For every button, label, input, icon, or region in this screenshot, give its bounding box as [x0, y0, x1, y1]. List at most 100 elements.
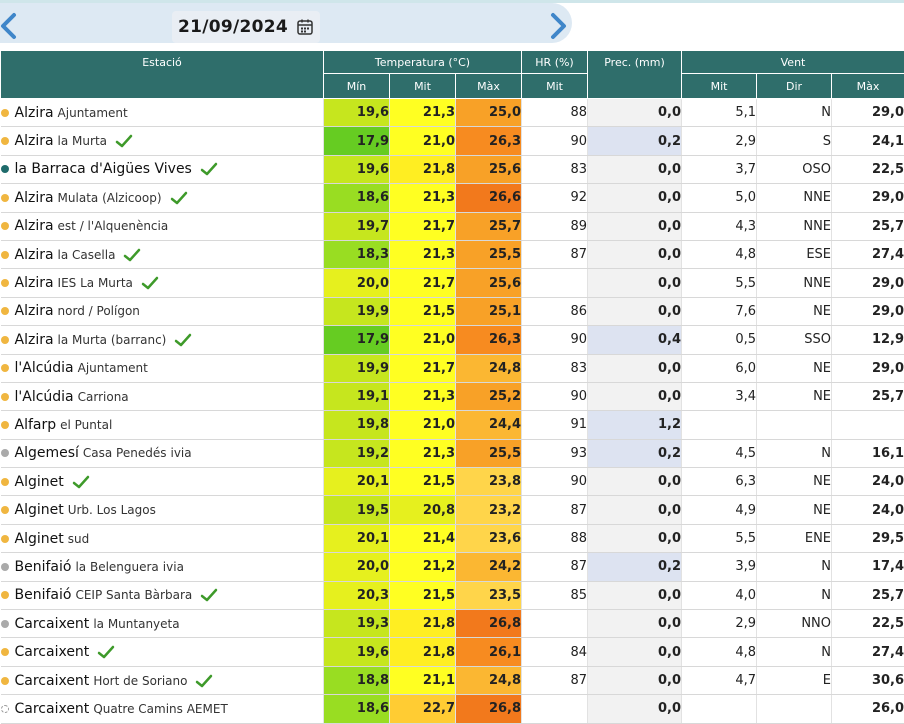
temp-min-cell: 19,6: [324, 638, 390, 666]
wind-max-cell: 24,0: [832, 496, 904, 524]
hr-mit-cell: 93: [522, 439, 588, 467]
header-temp-mit[interactable]: Mit: [390, 74, 456, 99]
station-cell[interactable]: Alziraest / l'Alquenència: [1, 212, 324, 240]
temp-mit-cell: 21,3: [390, 382, 456, 410]
station-cell[interactable]: Benifaióla Belengueraivia: [1, 553, 324, 581]
header-station[interactable]: Estació: [1, 51, 324, 99]
table-row[interactable]: Benifaióla Belengueraivia20,021,224,2870…: [1, 553, 904, 581]
header-wind-dir[interactable]: Dir: [757, 74, 832, 99]
temp-max-cell: 25,5: [456, 439, 522, 467]
station-cell[interactable]: Alzirala Murta (barranc): [1, 326, 324, 354]
header-hr-mit[interactable]: Mit: [522, 74, 588, 99]
temp-max-cell: 23,5: [456, 581, 522, 609]
station-cell[interactable]: l'AlcúdiaCarriona: [1, 382, 324, 410]
hr-mit-cell: 88: [522, 524, 588, 552]
station-name: Carcaixent: [15, 616, 90, 632]
temp-min-cell: 17,9: [324, 326, 390, 354]
station-cell[interactable]: AlginetUrb. Los Lagos: [1, 496, 324, 524]
station-name: l'Alcúdia: [15, 360, 74, 376]
station-cell[interactable]: Carcaixentla Muntanyeta: [1, 610, 324, 638]
table-row[interactable]: Alzirala Casella18,321,325,5870,04,8ESE2…: [1, 240, 904, 268]
table-row[interactable]: la Barraca d'Aigües Vives19,621,825,6830…: [1, 155, 904, 183]
chevron-left-icon[interactable]: [0, 11, 20, 41]
station-cell[interactable]: Alzirala Murta: [1, 127, 324, 155]
hr-mit-cell: 89: [522, 212, 588, 240]
table-row[interactable]: AlziraIES La Murta20,021,725,60,05,5NNE2…: [1, 269, 904, 297]
date-field[interactable]: 21/09/2024: [172, 11, 320, 43]
temp-max-cell: 26,3: [456, 326, 522, 354]
hr-mit-cell: 87: [522, 666, 588, 694]
verified-check-icon: [200, 588, 218, 602]
header-wind-mit[interactable]: Mit: [682, 74, 757, 99]
table-row[interactable]: Alginetsud20,121,423,6880,05,5ENE29,5: [1, 524, 904, 552]
table-row[interactable]: BenifaióCEIP Santa Bàrbara20,321,523,585…: [1, 581, 904, 609]
wind-dir-cell: N: [757, 99, 832, 127]
wind-max-cell: 17,4: [832, 553, 904, 581]
station-cell[interactable]: Carcaixent: [1, 638, 324, 666]
table-row[interactable]: Alginet20,121,523,8900,06,3NE24,0: [1, 468, 904, 496]
station-cell[interactable]: la Barraca d'Aigües Vives: [1, 155, 324, 183]
table-row[interactable]: AlziraAjuntament19,621,325,0880,05,1N29,…: [1, 99, 904, 127]
hr-mit-cell: 87: [522, 240, 588, 268]
header-hr: HR (%): [522, 51, 588, 74]
station-cell[interactable]: Alziranord / Polígon: [1, 297, 324, 325]
table-row[interactable]: Alfarpel Puntal19,821,024,4911,2: [1, 411, 904, 439]
temp-min-cell: 20,0: [324, 269, 390, 297]
table-row[interactable]: AlziraMulata (Alzicoop)18,621,326,6920,0…: [1, 184, 904, 212]
station-cell[interactable]: AlziraIES La Murta: [1, 269, 324, 297]
header-wind-max[interactable]: Màx: [832, 74, 904, 99]
station-cell[interactable]: Alginetsud: [1, 524, 324, 552]
header-temp-max[interactable]: Màx: [456, 74, 522, 99]
prec-cell: 0,0: [588, 695, 682, 723]
table-row[interactable]: CarcaixentQuatre Camins AEMET18,622,726,…: [1, 695, 904, 723]
calendar-icon[interactable]: [296, 18, 314, 36]
table-row[interactable]: AlginetUrb. Los Lagos19,520,823,2870,04,…: [1, 496, 904, 524]
temp-min-cell: 18,3: [324, 240, 390, 268]
station-cell[interactable]: AlgemesíCasa Penedésivia: [1, 439, 324, 467]
station-name: Alfarp: [15, 417, 57, 433]
status-dot-icon: [1, 563, 9, 571]
station-name: Carcaixent: [15, 644, 90, 660]
table-row[interactable]: Alziraest / l'Alquenència19,721,725,7890…: [1, 212, 904, 240]
station-cell[interactable]: Alzirala Casella: [1, 240, 324, 268]
table-row[interactable]: l'AlcúdiaAjuntament19,921,724,8830,06,0N…: [1, 354, 904, 382]
table-row[interactable]: Alziranord / Polígon19,921,525,1860,07,6…: [1, 297, 904, 325]
table-row[interactable]: Alzirala Murta (barranc)17,921,026,3900,…: [1, 326, 904, 354]
hr-mit-cell: 83: [522, 354, 588, 382]
table-row[interactable]: CarcaixentHort de Soriano18,821,124,8870…: [1, 666, 904, 694]
wind-max-cell: 27,4: [832, 638, 904, 666]
station-cell[interactable]: BenifaióCEIP Santa Bàrbara: [1, 581, 324, 609]
station-cell[interactable]: AlziraMulata (Alzicoop): [1, 184, 324, 212]
station-cell[interactable]: AlziraAjuntament: [1, 99, 324, 127]
table-row[interactable]: Alzirala Murta17,921,026,3900,22,9S24,1: [1, 127, 904, 155]
chevron-right-icon[interactable]: [547, 11, 569, 41]
station-cell[interactable]: Alfarpel Puntal: [1, 411, 324, 439]
temp-max-cell: 25,2: [456, 382, 522, 410]
temp-min-cell: 19,7: [324, 212, 390, 240]
station-cell[interactable]: CarcaixentQuatre Camins AEMET: [1, 695, 324, 723]
temp-max-cell: 25,6: [456, 269, 522, 297]
verified-check-icon: [97, 645, 115, 659]
header-temp-min[interactable]: Mín: [324, 74, 390, 99]
wind-dir-cell: NNO: [757, 610, 832, 638]
station-cell[interactable]: Alginet: [1, 468, 324, 496]
temp-mit-cell: 21,3: [390, 439, 456, 467]
table-row[interactable]: Carcaixent19,621,826,1840,04,8N27,4: [1, 638, 904, 666]
wind-mit-cell: 0,5: [682, 326, 757, 354]
header-prec[interactable]: Prec. (mm): [588, 51, 682, 99]
station-name: l'Alcúdia: [15, 389, 74, 405]
wind-mit-cell: 5,1: [682, 99, 757, 127]
table-row[interactable]: Carcaixentla Muntanyeta19,321,826,80,02,…: [1, 610, 904, 638]
temp-mit-cell: 21,8: [390, 155, 456, 183]
hr-mit-cell: 87: [522, 496, 588, 524]
station-location: CEIP Santa Bàrbara: [75, 588, 192, 602]
station-cell[interactable]: CarcaixentHort de Soriano: [1, 666, 324, 694]
table-row[interactable]: l'AlcúdiaCarriona19,121,325,2900,03,4NE2…: [1, 382, 904, 410]
station-name: Algemesí: [15, 445, 79, 461]
verified-check-icon: [72, 475, 90, 489]
hr-mit-cell: 85: [522, 581, 588, 609]
station-cell[interactable]: l'AlcúdiaAjuntament: [1, 354, 324, 382]
temp-max-cell: 25,0: [456, 99, 522, 127]
status-dot-icon: [1, 364, 9, 372]
table-row[interactable]: AlgemesíCasa Penedésivia19,221,325,5930,…: [1, 439, 904, 467]
